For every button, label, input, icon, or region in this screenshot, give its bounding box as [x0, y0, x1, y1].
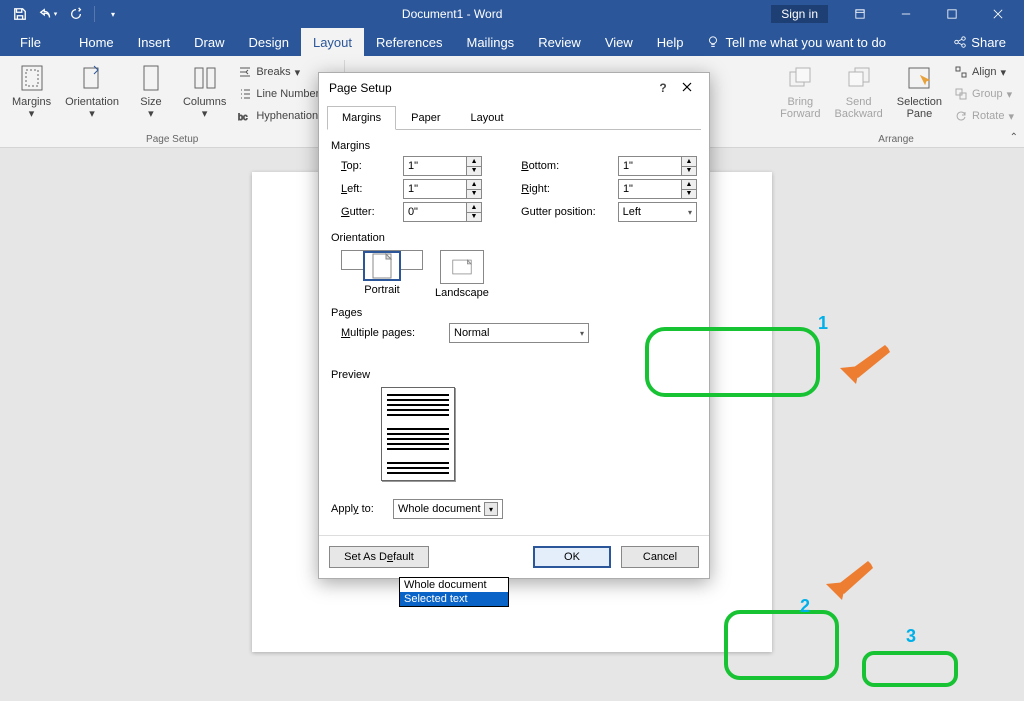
right-spinner[interactable]: ▲▼: [618, 179, 697, 199]
left-label: Left:: [341, 183, 395, 195]
tab-layout[interactable]: Layout: [301, 28, 364, 56]
cancel-button[interactable]: Cancel: [621, 546, 699, 568]
portrait-button[interactable]: Portrait: [341, 250, 423, 270]
dialog-title: Page Setup: [329, 81, 392, 95]
tell-me-search[interactable]: Tell me what you want to do: [696, 28, 896, 56]
margins-section-label: Margins: [331, 140, 697, 152]
group-button[interactable]: Group ▾: [954, 84, 1014, 104]
share-button[interactable]: Share: [943, 28, 1016, 56]
close-icon[interactable]: [976, 0, 1020, 28]
ribbon-tabs: File Home Insert Draw Design Layout Refe…: [0, 28, 1024, 56]
send-backward-button[interactable]: Send Backward: [828, 60, 888, 132]
apply-option-selected[interactable]: Selected text: [400, 592, 508, 606]
tab-view[interactable]: View: [593, 28, 645, 56]
orientation-button[interactable]: Orientation▾: [59, 60, 125, 132]
dialog-tabs: Margins Paper Layout: [327, 105, 701, 130]
sign-in-button[interactable]: Sign in: [771, 5, 828, 23]
pages-section-label: Pages: [331, 307, 697, 319]
tab-help[interactable]: Help: [645, 28, 696, 56]
tab-references[interactable]: References: [364, 28, 454, 56]
customize-qat-icon[interactable]: ▾: [101, 2, 125, 26]
dialog-tab-paper[interactable]: Paper: [396, 106, 455, 130]
gutter-spinner[interactable]: ▲▼: [403, 202, 482, 222]
lightbulb-icon: [706, 35, 720, 49]
group-label-page-setup: Page Setup: [146, 132, 198, 145]
bottom-spinner[interactable]: ▲▼: [618, 156, 697, 176]
ok-button[interactable]: OK: [533, 546, 611, 568]
gutter-position-label: Gutter position:: [521, 206, 610, 218]
preview-thumbnail: [381, 387, 455, 481]
quick-access-toolbar: ▾ ▾: [0, 2, 133, 26]
tab-file[interactable]: File: [8, 28, 53, 56]
tab-design[interactable]: Design: [237, 28, 301, 56]
tab-insert[interactable]: Insert: [126, 28, 183, 56]
title-bar: ▾ ▾ Document1 - Word Sign in: [0, 0, 1024, 28]
apply-to-dropdown[interactable]: Whole document Selected text: [399, 577, 509, 607]
dialog-close-icon[interactable]: [675, 81, 699, 95]
dialog-tab-layout[interactable]: Layout: [455, 106, 518, 130]
top-spinner[interactable]: ▲▼: [403, 156, 482, 176]
dialog-help-icon[interactable]: ?: [651, 81, 675, 95]
group-arrange: Bring Forward Send Backward Selection Pa…: [768, 56, 1024, 147]
bring-forward-button[interactable]: Bring Forward: [774, 60, 826, 132]
tab-review[interactable]: Review: [526, 28, 593, 56]
group-page-setup: Margins▾ Orientation▾ Size▾ Columns▾ Bre…: [0, 56, 344, 147]
apply-to-label: Apply to:: [331, 503, 387, 515]
save-icon[interactable]: [8, 2, 32, 26]
collapse-ribbon-icon[interactable]: ⌃: [1010, 132, 1018, 143]
document-title: Document1 - Word: [133, 7, 771, 21]
maximize-icon[interactable]: [930, 0, 974, 28]
size-button[interactable]: Size▾: [127, 60, 175, 132]
minimize-icon[interactable]: [884, 0, 928, 28]
tab-draw[interactable]: Draw: [182, 28, 236, 56]
group-label-arrange: Arrange: [878, 132, 914, 145]
multiple-pages-label: Multiple pages:: [341, 327, 441, 339]
undo-icon[interactable]: ▾: [36, 2, 60, 26]
margins-button[interactable]: Margins▾: [6, 60, 57, 132]
columns-button[interactable]: Columns▾: [177, 60, 232, 132]
preview-section-label: Preview: [331, 369, 697, 381]
landscape-button[interactable]: Landscape: [435, 250, 489, 299]
apply-option-whole[interactable]: Whole document: [400, 578, 508, 592]
set-as-default-button[interactable]: Set As Default: [329, 546, 429, 568]
gutter-position-select[interactable]: Left▾: [618, 202, 697, 222]
page-setup-dialog: Page Setup ? Margins Paper Layout Margin…: [318, 72, 710, 579]
multiple-pages-select[interactable]: Normal▾: [449, 323, 589, 343]
right-label: Right:: [521, 183, 610, 195]
redo-icon[interactable]: [64, 2, 88, 26]
top-label: Top:: [341, 160, 395, 172]
gutter-label: Gutter:: [341, 206, 395, 218]
ribbon-display-icon[interactable]: [838, 0, 882, 28]
tab-mailings[interactable]: Mailings: [455, 28, 527, 56]
left-spinner[interactable]: ▲▼: [403, 179, 482, 199]
orientation-section-label: Orientation: [331, 232, 697, 244]
rotate-button[interactable]: Rotate ▾: [954, 106, 1014, 126]
dialog-tab-margins[interactable]: Margins: [327, 106, 396, 130]
tab-home[interactable]: Home: [67, 28, 126, 56]
align-button[interactable]: Align ▾: [954, 62, 1014, 82]
svg-text:bc: bc: [238, 112, 248, 122]
selection-pane-button[interactable]: Selection Pane: [891, 60, 948, 132]
apply-to-select[interactable]: Whole document▾: [393, 499, 503, 519]
share-icon: [953, 35, 967, 49]
bottom-label: Bottom:: [521, 160, 610, 172]
